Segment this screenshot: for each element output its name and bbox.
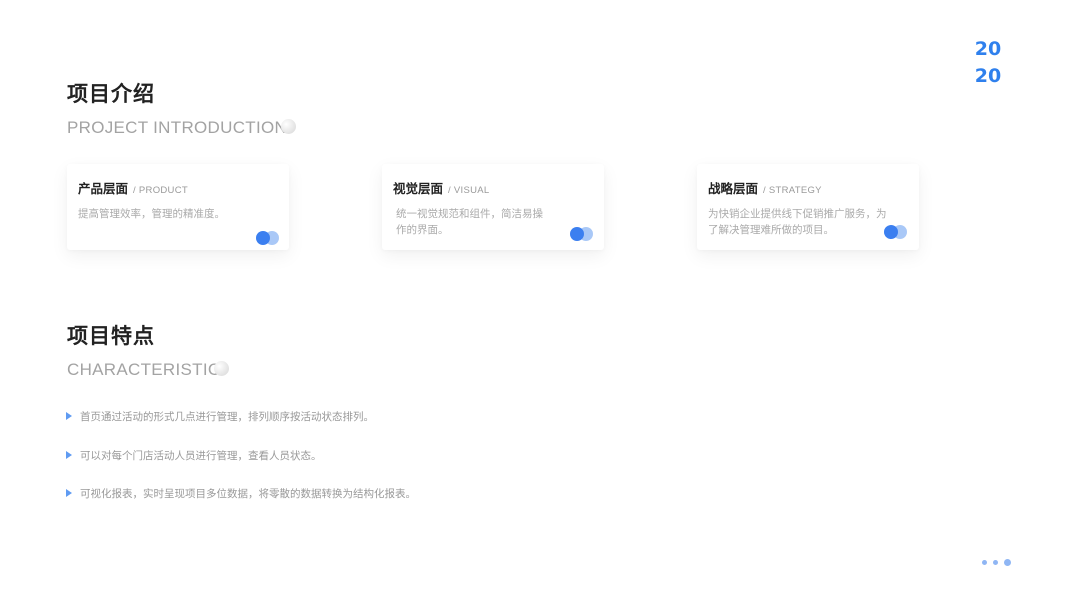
card-heading: 战略层面 / STRATEGY	[708, 178, 822, 197]
dot-icon	[982, 560, 987, 565]
card-en-label: / STRATEGY	[763, 185, 822, 196]
list-item: 可视化报表，实时呈现项目多位数据，将零散的数据转换为结构化报表。	[66, 482, 416, 501]
intro-subtitle: PROJECT INTRODUCTION	[67, 118, 297, 138]
list-item-text: 可以对每个门店活动人员进行管理，查看人员状态。	[80, 450, 322, 462]
intro-title: 项目介绍	[67, 82, 155, 106]
year-label: 20 20	[970, 36, 1006, 90]
card-visual: 视觉层面 / VISUAL 统一视觉规范和组件，简洁易操作的界面。	[382, 164, 604, 250]
card-heading: 视觉层面 / VISUAL	[393, 178, 490, 197]
pagination-dots-icon	[980, 558, 1016, 568]
characteristic-title: 项目特点	[67, 324, 155, 348]
list-item-text: 可视化报表，实时呈现项目多位数据，将零散的数据转换为结构化报表。	[80, 488, 416, 500]
card-description: 统一视觉规范和组件，简洁易操作的界面。	[396, 208, 543, 236]
year-line-2: 20	[974, 65, 1002, 87]
list-item-text: 首页通过活动的形式几点进行管理，排列顺序按活动状态排列。	[80, 411, 374, 423]
characteristic-subtitle-text: CHARACTERISTIC	[67, 360, 221, 379]
dot-icon	[993, 560, 998, 565]
decorative-ball-icon	[281, 119, 297, 134]
card-heading: 产品层面 / PRODUCT	[78, 178, 188, 197]
toggle-dots-icon	[884, 225, 910, 239]
card-description: 为快销企业提供线下促销推广服务，为了解决管理难所做的项目。	[708, 208, 887, 236]
card-title: 战略层面	[708, 181, 759, 196]
triangle-bullet-icon	[66, 489, 72, 497]
card-product: 产品层面 / PRODUCT 提高管理效率，管理的精准度。	[67, 164, 289, 250]
decorative-ball-icon	[214, 361, 230, 376]
card-title: 视觉层面	[393, 181, 444, 196]
characteristic-subtitle: CHARACTERISTIC	[67, 360, 230, 380]
card-title: 产品层面	[78, 181, 129, 196]
list-item: 首页通过活动的形式几点进行管理，排列顺序按活动状态排列。	[66, 405, 374, 424]
list-item: 可以对每个门店活动人员进行管理，查看人员状态。	[66, 444, 322, 463]
card-strategy: 战略层面 / STRATEGY 为快销企业提供线下促销推广服务，为了解决管理难所做…	[697, 164, 919, 250]
card-en-label: / PRODUCT	[133, 185, 188, 196]
dot-icon	[1004, 559, 1011, 566]
triangle-bullet-icon	[66, 451, 72, 459]
card-description: 提高管理效率，管理的精准度。	[78, 208, 225, 220]
year-line-1: 20	[974, 38, 1002, 60]
toggle-dots-icon	[570, 227, 596, 241]
intro-subtitle-text: PROJECT INTRODUCTION	[67, 118, 288, 137]
card-en-label: / VISUAL	[448, 185, 490, 196]
toggle-dots-icon	[256, 231, 282, 245]
triangle-bullet-icon	[66, 412, 72, 420]
